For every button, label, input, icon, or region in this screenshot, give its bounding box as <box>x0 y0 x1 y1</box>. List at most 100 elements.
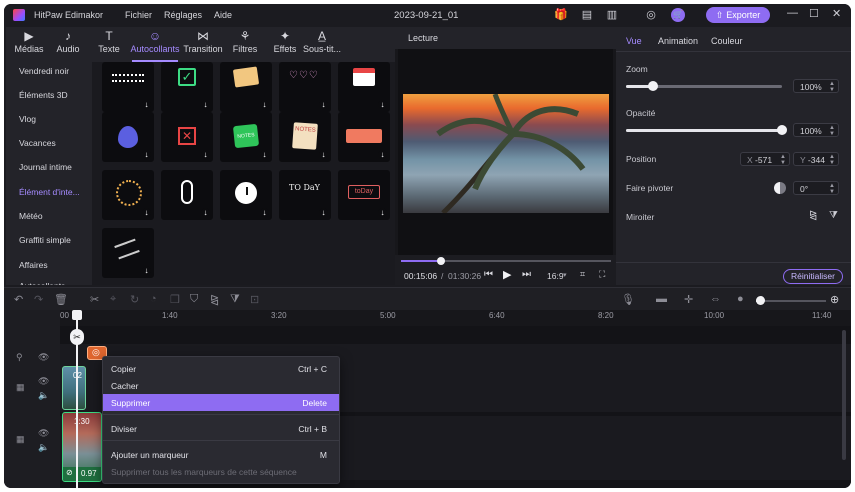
sticker-tile[interactable]: ✓ ↓ <box>161 62 213 112</box>
reset-button[interactable]: Réinitialiser <box>783 269 843 284</box>
video-clip-1[interactable]: 02 <box>62 366 86 410</box>
tab-audio[interactable]: ♪ Audio <box>53 29 83 60</box>
undo-icon[interactable]: ↶ <box>14 293 23 306</box>
sticker-tile[interactable]: ↓ <box>102 112 154 162</box>
sticker-tile[interactable]: ↓ <box>220 62 272 112</box>
sticker-tile[interactable]: ↓ <box>338 62 390 112</box>
tab-autocollants[interactable]: ☺ Autocollants <box>128 29 182 62</box>
menu-fichier[interactable]: Fichier <box>125 10 152 20</box>
sidebar-item-vendredi-noir[interactable]: Vendredi noir <box>19 66 69 76</box>
speaker-icon[interactable]: 🔈 <box>38 442 49 453</box>
crop-icon[interactable]: ⌗ <box>580 269 585 280</box>
stepper-icon[interactable]: ▲ ▼ <box>829 125 835 137</box>
split-scissors-icon[interactable]: ✂ <box>70 329 84 345</box>
playback-scrubber[interactable] <box>401 257 611 265</box>
stepper-icon[interactable]: ▲ ▼ <box>780 154 786 166</box>
menu-item-copier[interactable]: Copier Ctrl + C <box>103 360 339 377</box>
position-y-field[interactable]: Y -344 ▲ ▼ <box>793 152 839 166</box>
menu-item-cacher[interactable]: Cacher <box>103 377 339 394</box>
sticker-tile[interactable]: ♡♡♡ ↓ <box>279 62 331 112</box>
menu-item-ajouter-marqueur[interactable]: Ajouter un marqueur M <box>103 446 339 463</box>
stepper-icon[interactable]: ▲ ▼ <box>829 183 835 195</box>
snap-icon[interactable]: ✛ <box>684 293 693 306</box>
playhead-handle[interactable] <box>72 310 82 320</box>
next-frame-icon[interactable]: ⏭ <box>522 269 531 280</box>
gift-icon[interactable]: 🎁 <box>554 8 568 22</box>
fullscreen-icon[interactable]: ⛶ <box>599 269 605 280</box>
rotate-dial-icon[interactable] <box>774 182 786 194</box>
flip-vertical-icon[interactable]: ⧩ <box>829 210 838 221</box>
previous-frame-icon[interactable]: ⏮ <box>484 269 493 280</box>
maximize-icon[interactable]: ☐ <box>809 7 819 20</box>
sticker-tile[interactable]: ↓ <box>102 170 154 220</box>
menu-aide[interactable]: Aide <box>214 10 232 20</box>
sticker-tile[interactable]: toDay ↓ <box>338 170 390 220</box>
crop-tool-icon[interactable]: ⌖ <box>110 293 116 306</box>
opacity-slider[interactable] <box>626 125 787 135</box>
sticker-tile[interactable]: TO DaY ↓ <box>279 170 331 220</box>
redo-icon[interactable]: ↷ <box>34 293 43 306</box>
sticker-tile[interactable]: ↓ <box>220 170 272 220</box>
lock-icon[interactable]: ⚲ <box>16 352 23 363</box>
zoom-out-icon[interactable]: ● <box>737 293 744 305</box>
account-icon[interactable]: ◎ <box>644 8 658 22</box>
sidebar-item-affaires[interactable]: Affaires <box>19 260 48 270</box>
sticker-tile[interactable]: NOTES ↓ <box>220 112 272 162</box>
sidebar-item-graffiti-simple[interactable]: Graffiti simple <box>19 235 71 245</box>
sticker-tile[interactable]: ✕ ↓ <box>161 112 213 162</box>
zoom-in-icon[interactable]: ⊕ <box>830 293 839 306</box>
close-icon[interactable]: ✕ <box>832 7 841 20</box>
position-x-field[interactable]: X -571 ▲ ▼ <box>740 152 790 166</box>
fit-icon[interactable]: ⇔ <box>710 293 721 305</box>
sidebar-item-vlog[interactable]: Vlog <box>19 114 36 124</box>
mirror-tool-icon[interactable]: ⧎ <box>210 293 219 306</box>
sidebar-item-elements-3d[interactable]: Éléments 3D <box>19 90 68 100</box>
keyboard-icon[interactable]: ▤ <box>580 8 594 22</box>
stepper-icon[interactable]: ▲ ▼ <box>829 81 835 93</box>
cart-icon[interactable]: 🛒 <box>671 8 685 22</box>
shield-icon[interactable]: ⛉ <box>190 293 198 306</box>
eye-icon[interactable]: 👁 <box>38 376 49 387</box>
sidebar-item-journal-intime[interactable]: Journal intime <box>19 162 72 172</box>
opacity-value-field[interactable]: 100% ▲ ▼ <box>793 123 839 137</box>
play-icon[interactable]: ▶ <box>503 268 511 281</box>
rotate-value-field[interactable]: 0° ▲ ▼ <box>793 181 839 195</box>
stepper-icon[interactable]: ▲ ▼ <box>829 154 835 166</box>
tab-animation[interactable]: Animation <box>658 36 698 46</box>
tab-vue[interactable]: Vue <box>626 36 642 46</box>
split-track-icon[interactable]: ▬ <box>656 293 667 305</box>
sticker-tile[interactable]: ↓ <box>102 228 154 278</box>
freeze-icon[interactable]: ❒ <box>170 293 180 306</box>
sidebar-item-autocollants[interactable]: Autocollants <box>19 281 65 285</box>
minimize-icon[interactable]: — <box>787 7 798 19</box>
zoom-value-field[interactable]: 100% ▲ ▼ <box>793 79 839 93</box>
tab-effets[interactable]: ✦ Effets <box>270 29 300 60</box>
eye-icon[interactable]: 👁 <box>38 352 49 363</box>
zoom-slider[interactable] <box>626 81 782 91</box>
tab-texte[interactable]: T Texte <box>94 29 124 60</box>
tab-transition[interactable]: ⋈ Transition <box>183 29 223 60</box>
flip-horizontal-icon[interactable]: ⧎ <box>809 210 817 221</box>
sidebar-item-element-interface[interactable]: Élément d'inte... <box>19 187 80 197</box>
video-clip-2[interactable]: 1:30 ⊘ 0.97 <box>62 412 102 482</box>
timeline-scrollbar[interactable] <box>842 330 846 460</box>
book-icon[interactable]: ▥ <box>605 8 619 22</box>
sidebar-item-vacances[interactable]: Vacances <box>19 138 56 148</box>
rotate-tool-icon[interactable]: ↻ <box>130 293 139 306</box>
tab-filtres[interactable]: ⚘ Filtres <box>230 29 260 60</box>
sidebar-item-meteo[interactable]: Météo <box>19 211 43 221</box>
sticker-tile[interactable]: ↓ <box>102 62 154 112</box>
flip-tool-icon[interactable]: ⧩ <box>230 293 240 306</box>
crop-box-icon[interactable]: ⊡ <box>250 293 259 306</box>
scissors-icon[interactable]: ✂ <box>90 293 99 306</box>
sticker-tile[interactable]: ↓ <box>161 170 213 220</box>
menu-reglages[interactable]: Réglages <box>164 10 202 20</box>
tab-sous-titres[interactable]: A̲ Sous-tit... <box>302 29 342 60</box>
trash-icon[interactable]: 🗑 <box>54 293 68 306</box>
menu-item-diviser[interactable]: Diviser Ctrl + B <box>103 420 339 437</box>
video-frame[interactable] <box>403 94 609 213</box>
export-button[interactable]: ⇧ Exporter <box>706 7 770 23</box>
microphone-icon[interactable]: 🎙 <box>621 293 635 306</box>
sticker-tile[interactable]: ↓ <box>338 112 390 162</box>
tab-medias[interactable]: ▶ Médias <box>12 29 46 60</box>
